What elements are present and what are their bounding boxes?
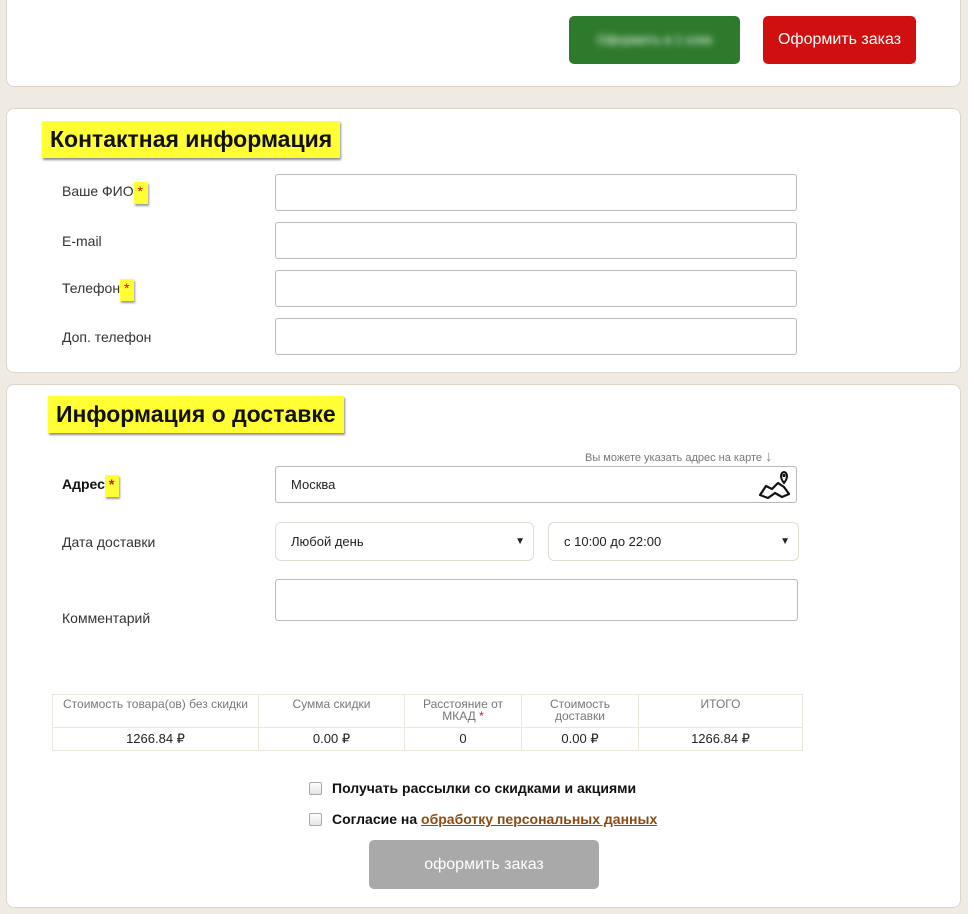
consent-label: Согласие на обработку персональных данны… bbox=[332, 811, 658, 827]
table-cell: 1266.84 ₽ bbox=[638, 727, 803, 751]
address-input[interactable]: Москва bbox=[275, 466, 797, 503]
delivery-time-select[interactable]: с 10:00 до 22:00 ▼ bbox=[548, 522, 799, 561]
table-header-cell: Расстояние от МКАД * bbox=[404, 694, 522, 728]
delivery-time-value: с 10:00 до 22:00 bbox=[564, 534, 662, 549]
comment-label: Комментарий bbox=[62, 610, 151, 626]
personal-data-link[interactable]: обработку персональных данных bbox=[421, 811, 657, 827]
order-actions-panel: Оформить в 1 клик Оформить заказ bbox=[6, 0, 961, 87]
comment-textarea[interactable] bbox=[275, 579, 798, 621]
required-marker: * bbox=[104, 475, 120, 497]
delivery-day-select[interactable]: Любой день ▼ bbox=[275, 522, 534, 561]
address-value: Москва bbox=[291, 477, 336, 492]
chevron-down-icon: ▼ bbox=[780, 536, 790, 547]
delivery-info-title: Информация о доставке bbox=[48, 396, 344, 433]
table-cell: 0 bbox=[404, 727, 522, 751]
extra-phone-input[interactable] bbox=[275, 318, 797, 355]
table-header-cell: Сумма скидки bbox=[258, 694, 405, 728]
extra-phone-label: Доп. телефон bbox=[62, 329, 152, 345]
table-header-cell: Стоимость доставки bbox=[521, 694, 639, 728]
table-cell: 0.00 ₽ bbox=[521, 727, 639, 751]
full-name-label: Ваше ФИО * bbox=[62, 182, 148, 204]
delivery-day-value: Любой день bbox=[291, 534, 364, 549]
email-label: E-mail bbox=[62, 233, 102, 249]
consent-checkbox[interactable] bbox=[309, 813, 322, 826]
table-header-cell: Стоимость товара(ов) без скидки bbox=[52, 694, 259, 728]
required-marker: * bbox=[133, 182, 148, 204]
one-click-order-button[interactable]: Оформить в 1 клик bbox=[569, 16, 740, 64]
required-marker: * bbox=[479, 709, 484, 723]
table-row: 1266.84 ₽ 0.00 ₽ 0 0.00 ₽ 1266.84 ₽ bbox=[52, 727, 803, 751]
full-name-input[interactable] bbox=[275, 174, 797, 211]
email-input[interactable] bbox=[275, 222, 797, 259]
table-header-cell: ИТОГО bbox=[638, 694, 803, 728]
map-hint: Вы можете указать адрес на карте ↓ bbox=[585, 448, 773, 465]
newsletter-label[interactable]: Получать рассылки со скидками и акциями bbox=[332, 780, 636, 796]
submit-order-button[interactable]: оформить заказ bbox=[369, 840, 599, 889]
phone-label: Телефон * bbox=[62, 279, 135, 301]
chevron-down-icon: ▼ bbox=[515, 536, 525, 547]
address-label: Адрес * bbox=[62, 475, 120, 497]
delivery-date-label: Дата доставки bbox=[62, 534, 156, 550]
delivery-info-panel: Информация о доставке Вы можете указать … bbox=[6, 384, 961, 908]
contact-info-title: Контактная информация bbox=[42, 121, 341, 158]
one-click-order-label: Оформить в 1 клик bbox=[596, 32, 713, 47]
phone-input[interactable] bbox=[275, 270, 797, 307]
place-order-button[interactable]: Оформить заказ bbox=[763, 16, 916, 64]
table-header-row: Стоимость товара(ов) без скидки Сумма ск… bbox=[52, 694, 803, 728]
table-cell: 1266.84 ₽ bbox=[52, 727, 259, 751]
table-cell: 0.00 ₽ bbox=[258, 727, 405, 751]
arrow-down-icon: ↓ bbox=[765, 448, 773, 465]
contact-info-panel: Контактная информация Ваше ФИО * E-mail … bbox=[6, 108, 961, 373]
order-cost-table: Стоимость товара(ов) без скидки Сумма ск… bbox=[52, 694, 803, 751]
newsletter-checkbox[interactable] bbox=[309, 782, 322, 795]
map-pin-icon[interactable] bbox=[757, 470, 793, 500]
required-marker: * bbox=[119, 279, 135, 301]
